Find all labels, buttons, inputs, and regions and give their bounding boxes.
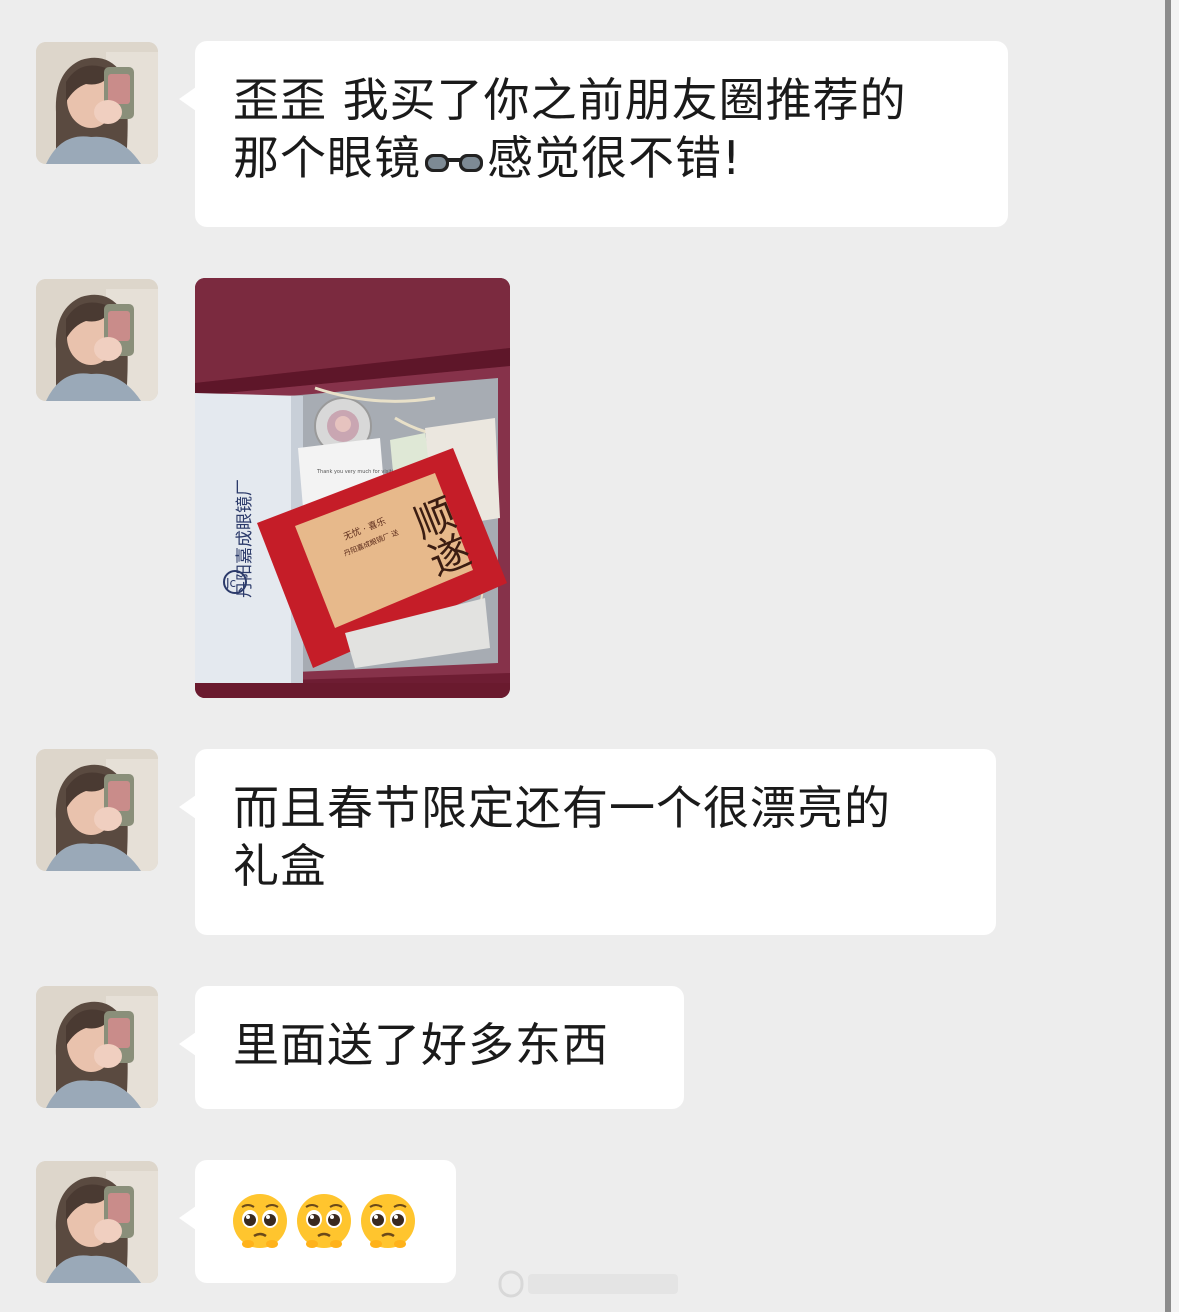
avatar[interactable] (36, 986, 158, 1108)
avatar[interactable] (36, 42, 158, 164)
text-bubble[interactable]: 歪歪 我买了你之前朋友圈推荐的 那个眼镜 感觉很不错! (179, 41, 1008, 227)
sunglasses-icon (423, 133, 485, 191)
chat-window: 歪歪 我买了你之前朋友圈推荐的 那个眼镜 感觉很不错! 丹阳嘉成眼镜厂 Jc T… (0, 0, 1160, 1312)
scrollbar-track[interactable] (1171, 0, 1179, 1312)
avatar[interactable] (36, 749, 158, 871)
text-bubble[interactable]: 而且春节限定还有一个很漂亮的 礼盒 (179, 749, 996, 935)
scrollbar[interactable] (1165, 0, 1171, 1312)
watermark-mark (498, 1268, 680, 1300)
pleading-face-icon (295, 1192, 353, 1250)
avatar[interactable] (36, 1161, 158, 1283)
message-text-line2: 礼盒 (233, 839, 327, 893)
message-text-line1: 歪歪 我买了你之前朋友圈推荐的 (233, 73, 907, 127)
message-text-suffix: 感觉很不错! (487, 131, 742, 185)
message-text-line1: 而且春节限定还有一个很漂亮的 (233, 781, 891, 835)
emoji-row (231, 1190, 420, 1250)
pleading-face-icon (359, 1192, 417, 1250)
emoji-bubble[interactable] (179, 1160, 456, 1283)
message-text-line1: 里面送了好多东西 (233, 1018, 609, 1072)
pleading-face-icon (231, 1192, 289, 1250)
message-text-line2: 那个眼镜 感觉很不错! (233, 129, 970, 191)
photo-message[interactable]: 丹阳嘉成眼镜厂 Jc Thank you very much for visit… (195, 278, 510, 698)
text-bubble[interactable]: 里面送了好多东西 (179, 986, 684, 1109)
message-text-prefix: 那个眼镜 (233, 131, 421, 185)
avatar[interactable] (36, 279, 158, 401)
logo-text: Jc (225, 576, 236, 590)
